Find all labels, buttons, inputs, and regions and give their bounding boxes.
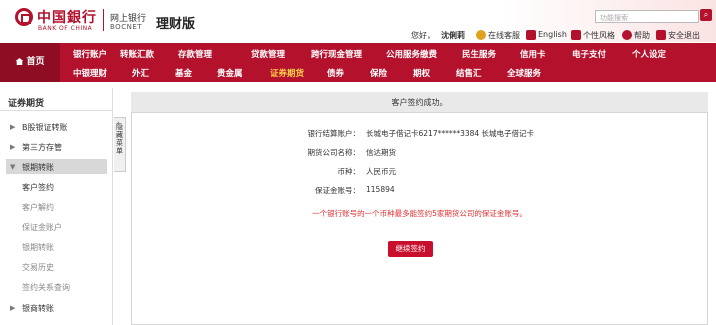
- nav-credit-card[interactable]: 信用卡: [520, 48, 546, 60]
- nav-cash-mgmt[interactable]: 跨行现金管理: [311, 48, 362, 60]
- field-value-margin: 115894: [366, 185, 395, 194]
- english-link[interactable]: English: [538, 30, 567, 39]
- field-label-company: 期货公司名称：: [307, 148, 361, 157]
- field-label-margin: 保证金账号：: [315, 186, 360, 195]
- user-name: 沈俐莉: [441, 31, 465, 40]
- nav-precious-metal[interactable]: 贵金属: [217, 67, 243, 79]
- sidebar-title: 证券期货: [8, 99, 45, 109]
- sidebar-divider: [0, 110, 113, 111]
- success-message: 客户签约成功。: [131, 92, 708, 113]
- limit-note: 一个银行账号的一个币种最多能签约5家期货公司的保证金账号。: [312, 209, 527, 218]
- nav-deposit[interactable]: 存款管理: [178, 48, 212, 60]
- sidebar-item-b-share[interactable]: B股银证转账: [22, 122, 68, 133]
- sidebar-sub-cancel[interactable]: 客户解约: [22, 202, 54, 213]
- lock-icon[interactable]: [656, 30, 666, 40]
- sidebar-item-merchant[interactable]: 银商转账: [22, 303, 54, 314]
- nav-options[interactable]: 期权: [413, 67, 430, 79]
- online-service-icon[interactable]: [476, 30, 486, 40]
- style-icon[interactable]: [571, 30, 581, 40]
- sidebar-sub-transfer[interactable]: 银期转账: [22, 242, 54, 253]
- header-divider: [103, 9, 104, 31]
- sidebar-item-third-party[interactable]: 第三方存管: [22, 142, 62, 153]
- help-icon[interactable]: [622, 30, 632, 40]
- nav-securities[interactable]: 证券期货: [270, 67, 304, 79]
- home-icon: [15, 58, 24, 65]
- nav-livelihood[interactable]: 民生服务: [462, 48, 496, 60]
- brand-en: BANK OF CHINA: [38, 25, 93, 32]
- personal-style-link[interactable]: 个性风格: [583, 30, 615, 41]
- boc-logo-icon[interactable]: [15, 8, 33, 26]
- nav-insurance[interactable]: 保险: [370, 67, 387, 79]
- search-icon[interactable]: ⌕: [700, 9, 712, 21]
- search-input[interactable]: 功能搜索: [595, 10, 699, 23]
- field-label-account: 银行结算账户：: [307, 129, 361, 138]
- sidebar-sub-history[interactable]: 交易历史: [22, 262, 54, 273]
- sidebar-item-futures-transfer[interactable]: 银期转账: [22, 162, 54, 173]
- nav-forex[interactable]: 外汇: [132, 67, 149, 79]
- online-service-link[interactable]: 在线客服: [488, 30, 520, 41]
- field-value-company: 信达期货: [366, 148, 396, 157]
- nav-loan[interactable]: 贷款管理: [251, 48, 285, 60]
- nav-fx-settle[interactable]: 结售汇: [456, 67, 482, 79]
- product-name: 理财版: [156, 17, 196, 32]
- chevron-down-icon: ▼: [10, 163, 16, 171]
- bocnet-label: BOCNET: [110, 23, 143, 31]
- sidebar-sub-query[interactable]: 签约关系查询: [22, 282, 70, 293]
- field-label-currency: 币种：: [337, 167, 361, 176]
- nav-bonds[interactable]: 债券: [327, 67, 344, 79]
- chevron-right-icon: ▶: [10, 143, 16, 151]
- brand-cn: 中国銀行: [37, 10, 97, 26]
- field-value-account: 长城电子借记卡6217******3384 长城电子借记卡: [366, 129, 535, 138]
- logout-link[interactable]: 安全退出: [668, 30, 700, 41]
- continue-sign-button[interactable]: 继续签约: [388, 241, 433, 257]
- field-value-currency: 人民币元: [366, 167, 396, 176]
- nav-wealth[interactable]: 中银理财: [73, 67, 107, 79]
- sidebar-sub-sign[interactable]: 客户签约: [22, 182, 54, 193]
- chevron-right-icon: ▶: [10, 123, 16, 131]
- nav-transfer[interactable]: 转账汇款: [120, 48, 154, 60]
- nav-fund[interactable]: 基金: [175, 67, 192, 79]
- nav-bank-account[interactable]: 银行账户: [73, 48, 107, 60]
- collapse-menu-label[interactable]: 隐藏菜单: [116, 123, 124, 155]
- nav-e-payment[interactable]: 电子支付: [572, 48, 606, 60]
- nav-global[interactable]: 全球服务: [507, 67, 541, 79]
- chevron-right-icon: ▶: [10, 304, 16, 312]
- nav-home[interactable]: 首页: [0, 43, 60, 82]
- nav-settings[interactable]: 个人设定: [632, 48, 666, 60]
- sidebar-sub-margin-account[interactable]: 保证金账户: [22, 222, 62, 233]
- english-icon[interactable]: [526, 30, 536, 40]
- greeting: 您好，: [411, 31, 435, 40]
- help-link[interactable]: 帮助: [634, 30, 650, 41]
- nav-utility[interactable]: 公用服务缴费: [386, 48, 437, 60]
